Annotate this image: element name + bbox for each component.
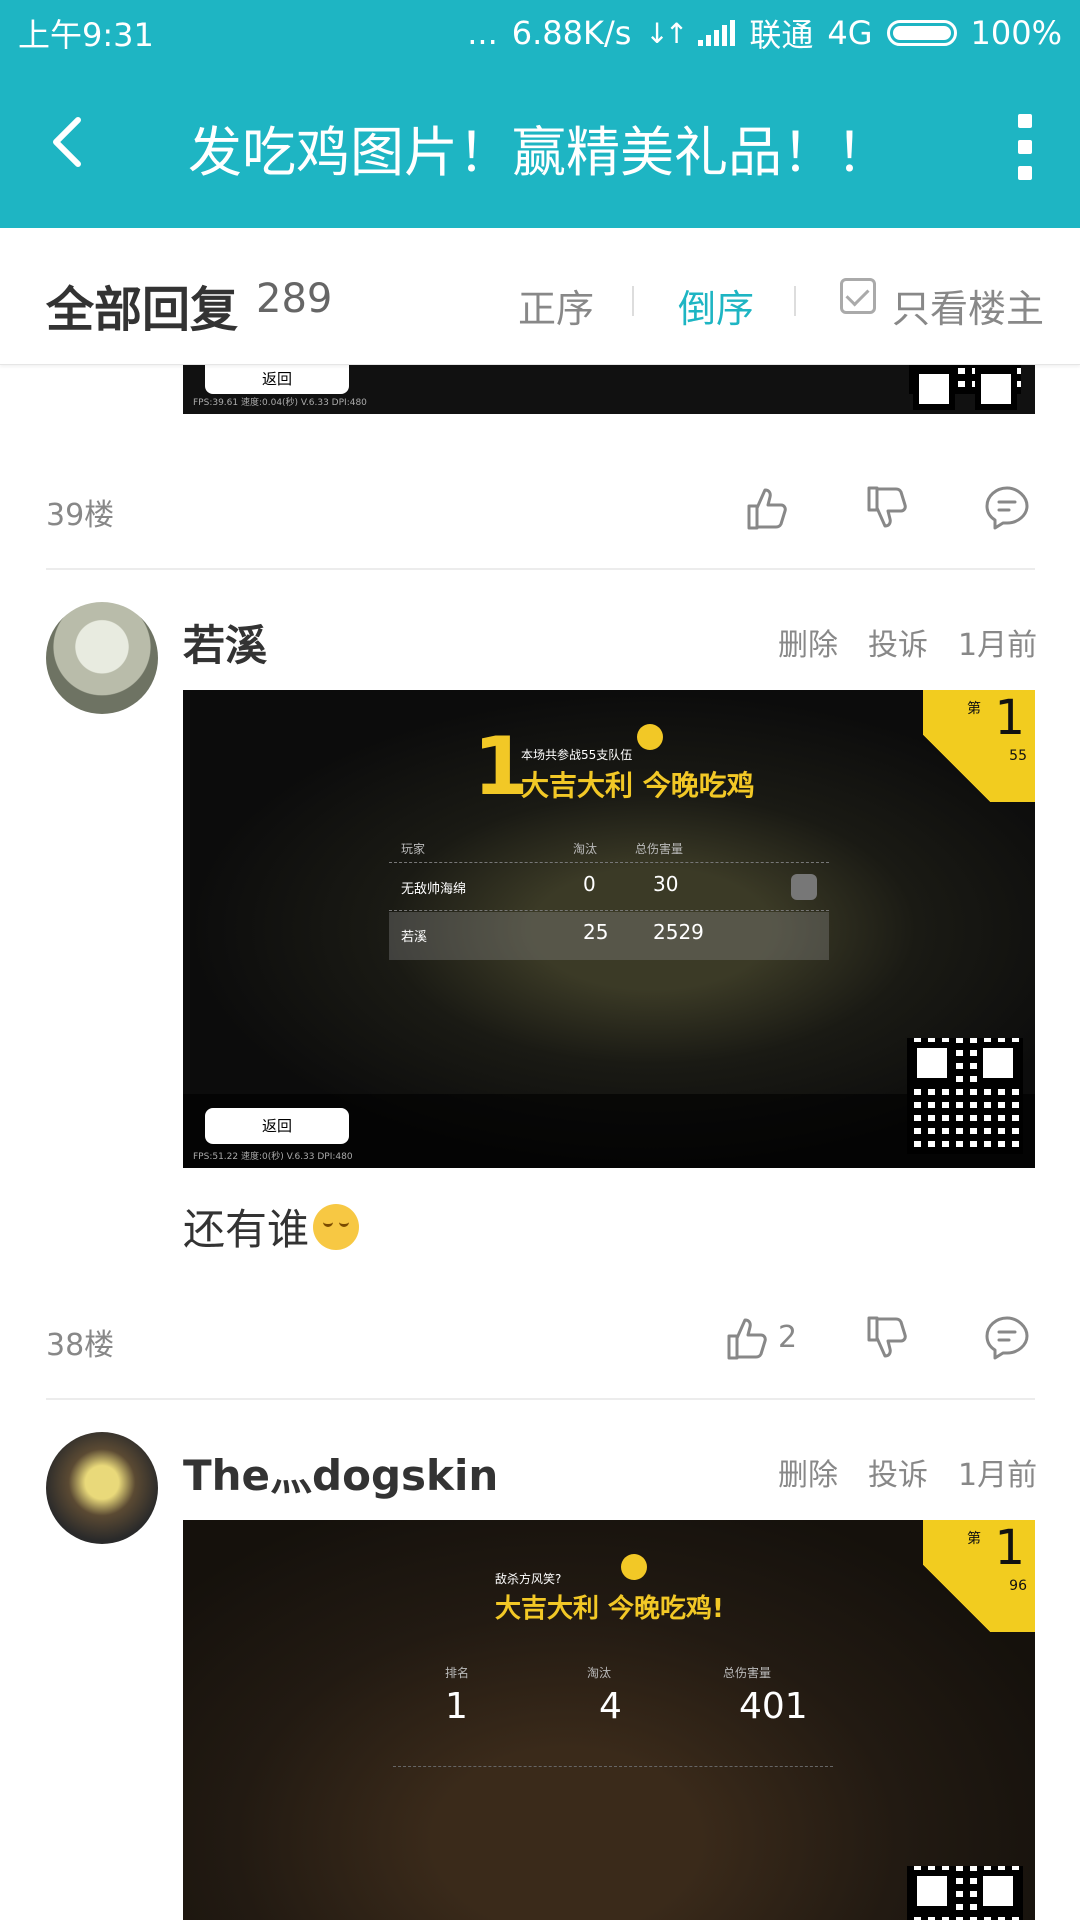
- smirk-emoji-icon: [313, 1204, 360, 1250]
- rank-total: 96: [1009, 1578, 1027, 1594]
- network-speed: 6.88K/s: [511, 14, 632, 52]
- post-divider: [46, 568, 1035, 570]
- floor-number: 39楼: [46, 498, 115, 533]
- highlight-row: [389, 912, 829, 960]
- owner-only-label[interactable]: 只看楼主: [892, 278, 1044, 333]
- qr-code: [907, 1866, 1023, 1920]
- reply-count: 289: [256, 276, 333, 322]
- rank-prefix: 第: [967, 701, 981, 717]
- table-rule: [393, 1766, 833, 1767]
- top-bar: 上午9:31 ... 6.88K/s ↓↑ 联通 4G 100% 发吃鸡图片！赢…: [0, 0, 1080, 228]
- notification-dots: ...: [467, 14, 498, 52]
- sort-divider: [794, 286, 796, 316]
- owner-only-checkbox[interactable]: [840, 278, 876, 314]
- battery-level: 100%: [970, 14, 1062, 52]
- avatar[interactable]: [46, 1432, 158, 1544]
- carrier: 联通: [749, 16, 814, 54]
- qr-code: [909, 364, 1021, 410]
- comment-icon[interactable]: [983, 484, 1031, 532]
- comment-icon[interactable]: [983, 1314, 1031, 1362]
- delete-link[interactable]: 删除: [778, 620, 838, 664]
- table-rule: [389, 910, 829, 911]
- rank-prefix: 第: [967, 1531, 981, 1547]
- status-right: ... 6.88K/s ↓↑ 联通 4G 100%: [467, 10, 1062, 56]
- game-back-button: 返回: [205, 1108, 349, 1144]
- row-damage: 2529: [653, 920, 704, 944]
- data-arrows-icon: ↓↑: [645, 16, 688, 50]
- row-player: 无敌帅海绵: [401, 882, 467, 897]
- rank-number: 1: [994, 1520, 1025, 1576]
- reply-sort-bar: 全部回复 289 正序 倒序 只看楼主: [0, 228, 1080, 365]
- add-friend-icon: [791, 874, 817, 900]
- value-kills: 4: [599, 1686, 622, 1727]
- thumbs-down-icon[interactable]: [863, 1314, 911, 1362]
- sort-descending-tab[interactable]: 倒序: [678, 278, 754, 333]
- rank-total: 55: [1009, 748, 1027, 764]
- col-kills: 淘汰: [587, 1666, 612, 1680]
- win-headline: 大吉大利 今晚吃鸡!: [495, 1594, 724, 1624]
- status-bar: 上午9:31 ... 6.88K/s ↓↑ 联通 4G 100%: [0, 0, 1080, 62]
- rank-badge: 第 1 96: [923, 1520, 1035, 1632]
- post-divider: [46, 1398, 1035, 1400]
- comment-text: 还有谁: [183, 1196, 360, 1257]
- username[interactable]: The灬dogskin: [183, 1442, 498, 1503]
- battery-icon: [886, 20, 957, 46]
- col-kills: 淘汰: [573, 842, 598, 856]
- win-headline: 大吉大利 今晚吃鸡: [521, 769, 755, 802]
- all-replies-label: 全部回复: [46, 282, 239, 338]
- col-rank: 排名: [445, 1666, 470, 1680]
- emote-icon: [621, 1554, 647, 1580]
- post-image[interactable]: 第 1 96 敌杀方风笑? 大吉大利 今晚吃鸡! 排名 淘汰 总伤害量 1 4 …: [183, 1520, 1035, 1920]
- network-type: 4G: [827, 14, 873, 52]
- status-time: 上午9:31: [18, 16, 154, 54]
- rank-badge: 第 1 55: [923, 690, 1035, 802]
- row-kills: 25: [583, 920, 609, 944]
- floor-number: 38楼: [46, 1328, 115, 1363]
- page-title: 发吃鸡图片！赢精美礼品！！: [188, 121, 890, 184]
- rank-number: 1: [994, 690, 1025, 746]
- app-bar: 发吃鸡图片！赢精美礼品！！: [0, 62, 1080, 228]
- post-time: 1月前: [958, 1458, 1038, 1493]
- qr-code: [907, 1038, 1023, 1154]
- thumbs-down-icon[interactable]: [863, 484, 911, 532]
- subtitle: 敌杀方风笑?: [495, 1572, 562, 1586]
- sort-ascending-tab[interactable]: 正序: [518, 278, 594, 333]
- thumbs-up-icon[interactable]: [723, 1314, 771, 1362]
- value-rank: 1: [445, 1686, 468, 1727]
- teams-info: 本场共参战55支队伍: [521, 748, 633, 762]
- delete-link[interactable]: 删除: [778, 1450, 838, 1494]
- row-player: 若溪: [401, 930, 428, 945]
- row-kills: 0: [583, 872, 596, 896]
- emote-icon: [637, 724, 663, 750]
- post-image[interactable]: 第 1 55 1 本场共参战55支队伍 大吉大利 今晚吃鸡 玩家 淘汰 总伤害量…: [183, 690, 1035, 1168]
- signal-icon: [698, 20, 736, 46]
- back-arrow-icon[interactable]: [40, 112, 100, 172]
- game-back-button: 返回: [205, 364, 349, 394]
- comment-body: 还有谁: [183, 1205, 310, 1254]
- post-image[interactable]: 返回 FPS:39.61 速度:0.04(秒) V.6.33 DPI:480: [183, 364, 1035, 414]
- report-link[interactable]: 投诉: [868, 1450, 928, 1494]
- table-rule: [389, 862, 829, 863]
- thumbs-up-icon[interactable]: [743, 484, 791, 532]
- like-count: 2: [778, 1320, 798, 1355]
- more-vertical-icon[interactable]: [1018, 114, 1032, 180]
- value-damage: 401: [739, 1686, 808, 1727]
- col-damage: 总伤害量: [635, 842, 684, 856]
- post-time: 1月前: [958, 628, 1038, 663]
- username[interactable]: 若溪: [183, 612, 267, 673]
- col-player: 玩家: [401, 842, 426, 856]
- fps-text: FPS:51.22 速度:0(秒) V.6.33 DPI:480: [193, 1152, 353, 1162]
- col-damage: 总伤害量: [723, 1666, 772, 1680]
- sort-divider: [632, 286, 634, 316]
- avatar[interactable]: [46, 602, 158, 714]
- fps-text: FPS:39.61 速度:0.04(秒) V.6.33 DPI:480: [193, 398, 367, 408]
- row-damage: 30: [653, 872, 679, 896]
- report-link[interactable]: 投诉: [868, 620, 928, 664]
